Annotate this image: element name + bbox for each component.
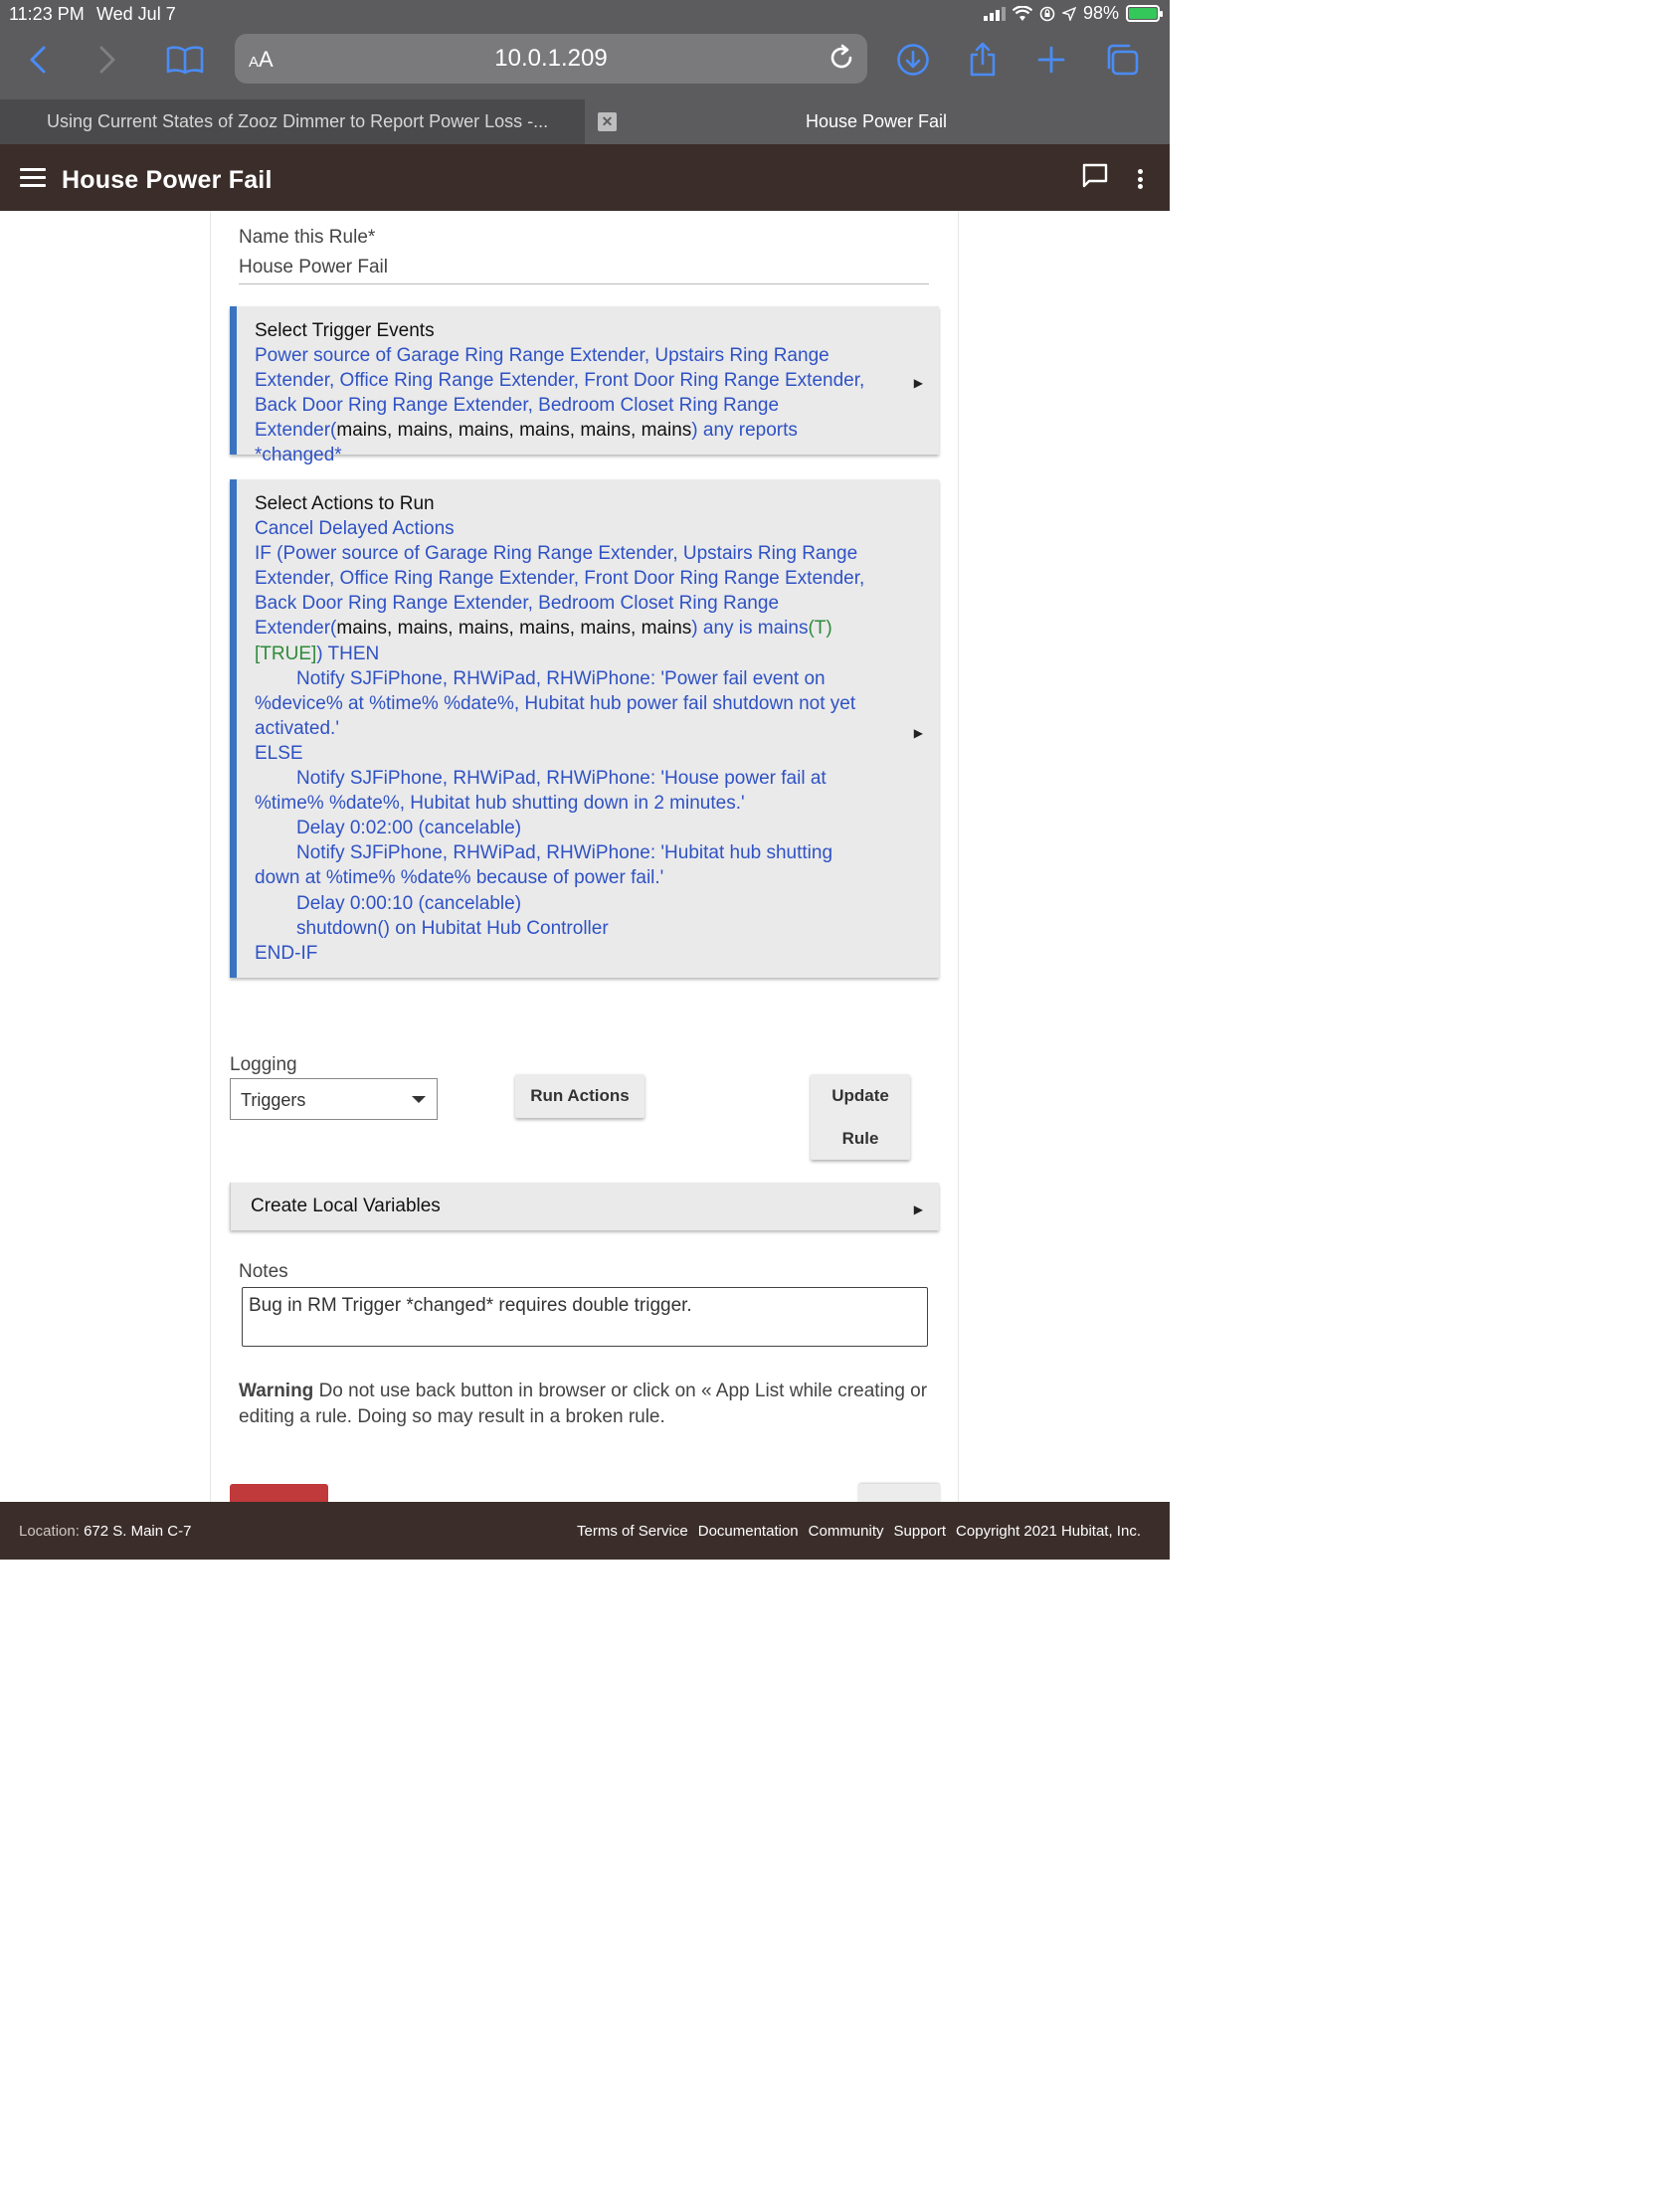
action-delay-1: Delay 0:02:00 (cancelable) xyxy=(296,818,522,839)
bookmarks-icon[interactable] xyxy=(165,40,205,80)
wifi-icon xyxy=(1012,5,1032,21)
tab-close-icon[interactable]: ✕ xyxy=(598,112,617,131)
footer-location: Location: 672 S. Main C-7 xyxy=(19,1523,192,1540)
copyright-text: Copyright 2021 Hubitat, Inc. xyxy=(956,1523,1141,1540)
cellular-signal-icon xyxy=(983,6,1006,21)
reload-icon[interactable] xyxy=(828,44,855,77)
action-notify-1: Notify SJFiPhone, RHWiPad, RHWiPhone: 'P… xyxy=(255,667,856,739)
warning-text: Warning Do not use back button in browse… xyxy=(239,1381,928,1427)
action-notify-3: Notify SJFiPhone, RHWiPad, RHWiPhone: 'H… xyxy=(255,842,833,889)
share-icon[interactable] xyxy=(963,40,1003,80)
local-variables-section[interactable]: Create Local Variables ▶ xyxy=(230,1183,939,1230)
action-if-condition: IF (Power source of Garage Ring Range Ex… xyxy=(255,543,865,664)
action-else: ELSE xyxy=(255,742,303,764)
status-bar: 11:23 PM Wed Jul 7 98% xyxy=(0,0,1170,28)
footer: Location: 672 S. Main C-7 Terms of Servi… xyxy=(0,1502,1170,1560)
battery-charging-icon xyxy=(1126,5,1163,22)
community-link[interactable]: Community xyxy=(809,1523,884,1540)
new-tab-icon[interactable] xyxy=(1031,40,1071,80)
rule-name-label: Name this Rule* xyxy=(239,227,376,248)
status-time: 11:23 PM xyxy=(9,4,85,24)
location-arrow-icon xyxy=(1061,6,1076,21)
chevron-down-icon xyxy=(412,1096,426,1103)
more-options-icon[interactable] xyxy=(1133,166,1147,192)
documentation-link[interactable]: Documentation xyxy=(698,1523,799,1540)
trigger-events-title: Select Trigger Events xyxy=(255,320,435,341)
menu-icon[interactable] xyxy=(20,168,46,188)
action-cancel-delayed: Cancel Delayed Actions xyxy=(255,518,455,540)
action-end-if: END-IF xyxy=(255,942,318,964)
app-header: House Power Fail xyxy=(0,144,1170,211)
actions-section[interactable]: Select Actions to Run Cancel Delayed Act… xyxy=(230,479,939,978)
support-link[interactable]: Support xyxy=(894,1523,947,1540)
expand-arrow-icon[interactable]: ▶ xyxy=(914,1202,923,1216)
local-variables-title: Create Local Variables xyxy=(251,1196,441,1216)
status-date: Wed Jul 7 xyxy=(96,4,176,24)
logging-label: Logging xyxy=(230,1054,297,1075)
expand-arrow-icon[interactable]: ▶ xyxy=(914,726,923,740)
trigger-events-section[interactable]: Select Trigger Events Power source of Ga… xyxy=(230,306,939,465)
forward-icon[interactable] xyxy=(88,40,127,80)
status-indicators: 98% xyxy=(983,3,1163,24)
tab-community-thread[interactable]: Using Current States of Zooz Dimmer to R… xyxy=(0,99,585,144)
browser-tab-strip: Using Current States of Zooz Dimmer to R… xyxy=(0,99,1170,144)
rule-name-input[interactable]: House Power Fail xyxy=(239,255,929,284)
run-actions-button[interactable]: Run Actions xyxy=(515,1074,645,1118)
battery-percent: 98% xyxy=(1082,3,1119,23)
actions-title: Select Actions to Run xyxy=(255,493,435,514)
page-title: House Power Fail xyxy=(62,166,273,194)
logging-selected-value: Triggers xyxy=(241,1090,306,1110)
orientation-lock-icon xyxy=(1039,6,1055,21)
back-icon[interactable] xyxy=(18,40,58,80)
notes-label: Notes xyxy=(239,1261,288,1282)
action-notify-2: Notify SJFiPhone, RHWiPad, RHWiPhone: 'H… xyxy=(255,768,827,815)
tab-house-power-fail[interactable]: House Power Fail xyxy=(627,99,1126,144)
footer-links: Terms of Service Documentation Community… xyxy=(577,1523,1141,1540)
terms-of-service-link[interactable]: Terms of Service xyxy=(577,1523,688,1540)
update-rule-button[interactable]: Update Rule xyxy=(811,1074,910,1160)
tabs-overview-icon[interactable] xyxy=(1102,40,1142,80)
chat-icon[interactable] xyxy=(1081,162,1109,195)
expand-arrow-icon[interactable]: ▶ xyxy=(914,376,923,390)
address-bar[interactable]: AA 10.0.1.209 xyxy=(235,34,867,84)
logging-select[interactable]: Triggers xyxy=(230,1078,438,1120)
action-shutdown: shutdown() on Hubitat Hub Controller xyxy=(296,917,609,939)
action-delay-2: Delay 0:00:10 (cancelable) xyxy=(296,892,522,914)
url-text: 10.0.1.209 xyxy=(494,45,608,72)
downloads-icon[interactable] xyxy=(893,40,933,80)
notes-textarea[interactable]: Bug in RM Trigger *changed* requires dou… xyxy=(242,1287,928,1347)
trigger-description: Power source of Garage Ring Range Extend… xyxy=(255,345,865,466)
browser-toolbar: AA 10.0.1.209 xyxy=(0,28,1170,99)
